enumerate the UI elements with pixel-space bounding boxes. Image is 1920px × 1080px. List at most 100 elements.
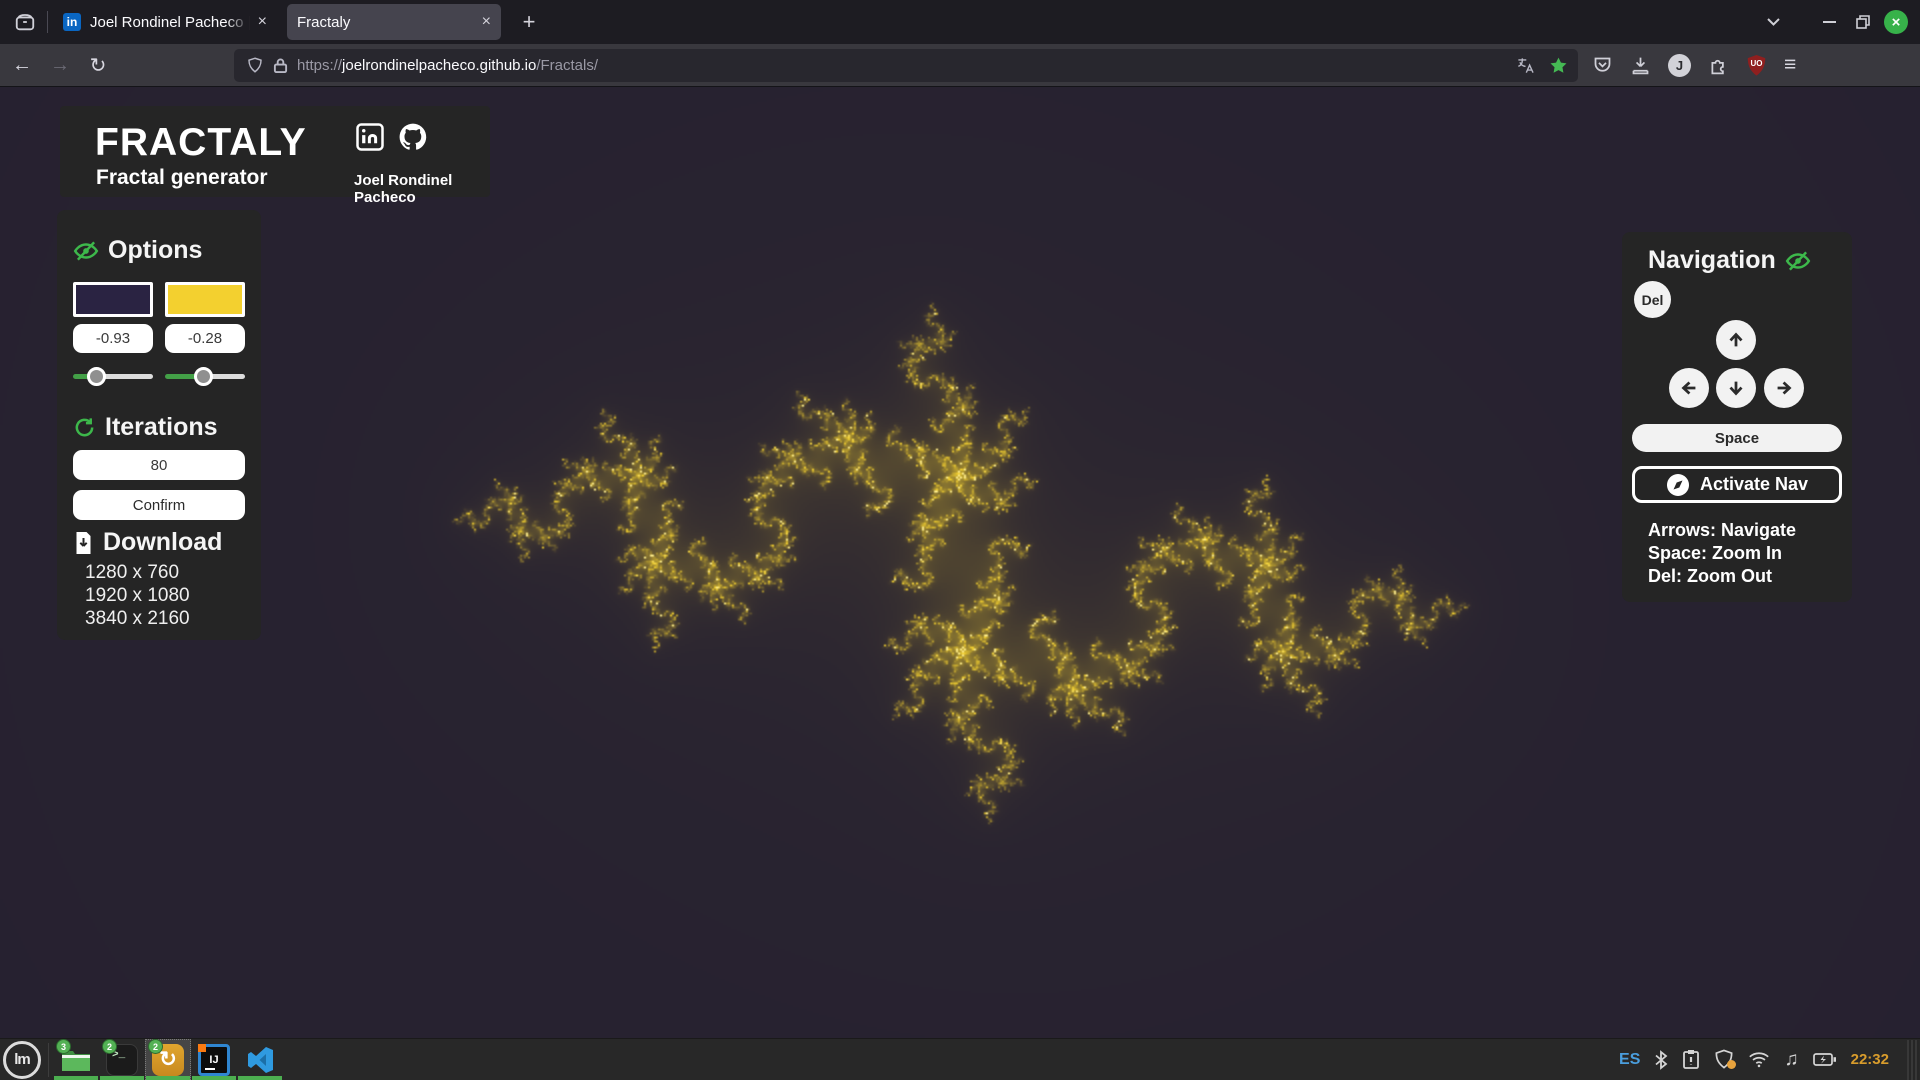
- iterations-heading: Iterations: [105, 413, 218, 442]
- close-tab-icon[interactable]: ×: [258, 14, 267, 30]
- options-heading: Options: [108, 236, 202, 265]
- clipboard-icon[interactable]: [1682, 1049, 1700, 1070]
- arrow-up-icon: [1725, 329, 1747, 351]
- slider-thumb[interactable]: [87, 367, 106, 386]
- arrow-down-button[interactable]: [1716, 368, 1756, 408]
- badge-count: 2: [102, 1039, 117, 1054]
- activate-nav-button[interactable]: Activate Nav: [1632, 466, 1842, 503]
- real-value-input[interactable]: [73, 324, 153, 353]
- show-desktop-strip[interactable]: [1907, 1040, 1919, 1080]
- ublock-origin-icon[interactable]: UO: [1746, 54, 1767, 77]
- forward-button[interactable]: →: [44, 49, 76, 81]
- slider-track: [73, 374, 153, 379]
- tracking-shield-icon[interactable]: [246, 56, 264, 74]
- author-name: Joel Rondinel Pacheco: [354, 172, 490, 206]
- background-color-swatch[interactable]: [73, 282, 153, 317]
- battery-charging-icon[interactable]: [1813, 1052, 1837, 1067]
- imaginary-value-input[interactable]: [165, 324, 245, 353]
- clock[interactable]: 22:32: [1851, 1051, 1889, 1068]
- fractal-color-swatch[interactable]: [165, 282, 245, 317]
- media-player-icon[interactable]: ♫: [1784, 1049, 1798, 1071]
- reload-button[interactable]: ↻: [82, 49, 114, 81]
- download-size-link[interactable]: 3840 x 2160: [85, 608, 190, 630]
- arrow-right-icon: [1773, 377, 1795, 399]
- wifi-icon[interactable]: [1748, 1051, 1770, 1068]
- compass-icon: [1666, 473, 1690, 497]
- tab-linkedin[interactable]: in Joel Rondinel Pacheco | Lin ×: [53, 4, 277, 40]
- back-button[interactable]: ←: [6, 49, 38, 81]
- hamburger-menu-icon[interactable]: ≡: [1784, 53, 1796, 77]
- extensions-puzzle-icon[interactable]: [1708, 55, 1729, 76]
- firefox-view-button[interactable]: [8, 7, 42, 37]
- restore-icon: [1856, 15, 1870, 29]
- instruction-line: Del: Zoom Out: [1648, 566, 1772, 587]
- status-dot: [1727, 1060, 1736, 1069]
- site-tagline: Fractal generator: [96, 166, 268, 190]
- taskbar-terminal-app[interactable]: 2 >_: [99, 1039, 145, 1080]
- system-tray: ES ♫ 22:32: [1619, 1040, 1920, 1080]
- zoom-in-space-button[interactable]: Space: [1632, 424, 1842, 452]
- url-bar[interactable]: https://joelrondinelpacheco.github.io/Fr…: [234, 49, 1578, 82]
- options-panel: Options Iterations Confirm Download 1280…: [57, 210, 261, 640]
- site-header: FRACTALY Fractal generator Joel Rondinel…: [60, 106, 490, 197]
- taskbar: lm 3 2 >_ 2 ↻ IJ ES ♫ 22:32: [0, 1038, 1920, 1080]
- github-link[interactable]: [397, 121, 429, 158]
- download-size-link[interactable]: 1920 x 1080: [85, 585, 190, 607]
- download-size-link[interactable]: 1280 x 760: [85, 562, 179, 584]
- minimize-button[interactable]: [1812, 5, 1846, 39]
- running-indicator: [238, 1076, 282, 1080]
- download-icon[interactable]: [1630, 55, 1651, 76]
- profile-button[interactable]: J: [1668, 54, 1691, 77]
- running-indicator: [54, 1076, 98, 1080]
- instruction-line: Arrows: Navigate: [1648, 520, 1796, 541]
- close-window-button[interactable]: ×: [1884, 10, 1908, 34]
- taskbar-files-app[interactable]: 3: [53, 1039, 99, 1080]
- linkedin-link[interactable]: [355, 122, 385, 157]
- linkedin-favicon: in: [63, 13, 81, 31]
- linkedin-icon: [355, 122, 385, 152]
- badge-count: 3: [56, 1039, 71, 1054]
- divider: [48, 1043, 49, 1077]
- tab-fractaly[interactable]: Fractaly ×: [287, 4, 501, 40]
- imaginary-slider[interactable]: [165, 366, 245, 386]
- mint-menu-button[interactable]: lm: [3, 1041, 41, 1079]
- running-indicator: [192, 1076, 236, 1080]
- file-download-icon: [73, 531, 94, 555]
- arrow-left-icon: [1678, 377, 1700, 399]
- url-text: https://joelrondinelpacheco.github.io/Fr…: [297, 57, 598, 74]
- tab-bar: in Joel Rondinel Pacheco | Lin × Fractal…: [0, 0, 1920, 44]
- activate-nav-label: Activate Nav: [1700, 474, 1808, 495]
- arrow-down-icon: [1725, 377, 1747, 399]
- tab-title: Fractaly: [297, 14, 474, 31]
- arrow-up-button[interactable]: [1716, 320, 1756, 360]
- eye-off-icon[interactable]: [1785, 248, 1811, 274]
- running-indicator: [100, 1076, 144, 1080]
- badge-count: 2: [148, 1039, 163, 1054]
- tab-list-button[interactable]: [1756, 5, 1790, 39]
- confirm-button[interactable]: Confirm: [73, 490, 245, 520]
- pocket-icon[interactable]: [1592, 55, 1613, 76]
- slider-thumb[interactable]: [194, 367, 213, 386]
- bookmark-star-icon[interactable]: [1549, 56, 1568, 75]
- arrow-right-button[interactable]: [1764, 368, 1804, 408]
- lock-icon[interactable]: [273, 57, 288, 74]
- real-slider[interactable]: [73, 366, 153, 386]
- eye-off-icon[interactable]: [73, 238, 99, 264]
- bluetooth-icon[interactable]: [1654, 1050, 1668, 1070]
- taskbar-vscode-app[interactable]: [237, 1039, 283, 1080]
- divider: [47, 11, 48, 33]
- translate-icon[interactable]: [1516, 56, 1535, 75]
- close-tab-icon[interactable]: ×: [482, 14, 491, 30]
- new-tab-button[interactable]: +: [513, 6, 545, 38]
- arrow-left-button[interactable]: [1669, 368, 1709, 408]
- close-icon: ×: [1892, 14, 1901, 31]
- taskbar-intellij-app[interactable]: IJ: [191, 1039, 237, 1080]
- restore-button[interactable]: [1846, 5, 1880, 39]
- vscode-icon: [244, 1044, 276, 1076]
- taskbar-browser-app[interactable]: 2 ↻: [145, 1039, 191, 1080]
- security-shield-tray[interactable]: [1714, 1049, 1734, 1070]
- running-indicator: [146, 1076, 190, 1080]
- keyboard-layout-indicator[interactable]: ES: [1619, 1051, 1640, 1069]
- iterations-input[interactable]: [73, 450, 245, 480]
- zoom-out-del-button[interactable]: Del: [1634, 281, 1671, 318]
